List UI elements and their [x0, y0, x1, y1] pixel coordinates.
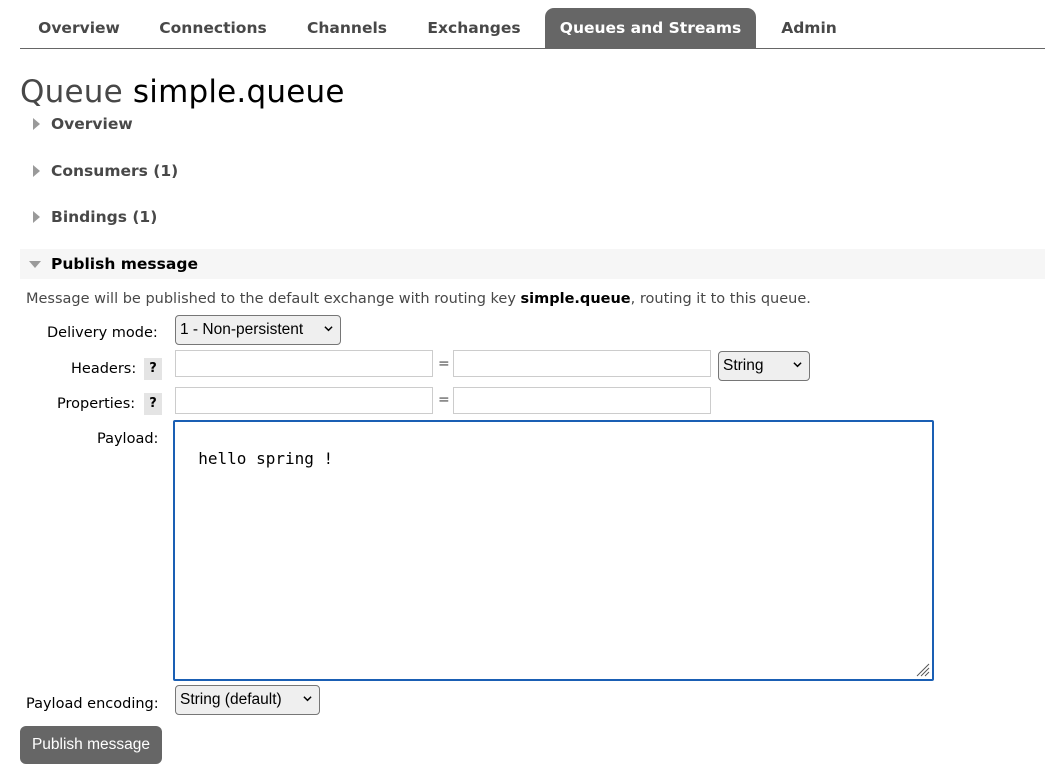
section-consumers[interactable]: Consumers (1) — [20, 156, 1045, 186]
header-equals-sign: = — [438, 356, 450, 372]
header-type-select[interactable]: String — [718, 351, 810, 381]
payload-text: hello spring ! — [198, 449, 334, 468]
properties-help-button[interactable]: ? — [144, 393, 162, 415]
section-bindings-label: Bindings (1) — [51, 208, 158, 226]
payload-label: Payload: — [97, 431, 159, 447]
header-type-value: String — [723, 357, 764, 374]
property-key-input[interactable] — [175, 387, 433, 414]
expand-triangle-icon — [33, 165, 40, 177]
payload-encoding-label: Payload encoding: — [26, 696, 159, 712]
header-key-input[interactable] — [175, 350, 433, 377]
delivery-mode-select[interactable]: 1 - Non-persistent — [175, 315, 341, 345]
resize-grip-icon[interactable] — [914, 661, 930, 677]
expand-triangle-icon — [33, 211, 40, 223]
header-value-input[interactable] — [453, 350, 711, 377]
chevron-down-icon — [303, 696, 312, 702]
publish-message-button[interactable]: Publish message — [20, 726, 162, 764]
property-value-input[interactable] — [453, 387, 711, 414]
expand-triangle-icon — [33, 118, 40, 130]
page-title-kind: Queue — [20, 74, 123, 110]
publish-routing-key: simple.queue — [520, 291, 631, 307]
headers-label: Headers: — [71, 361, 137, 377]
payload-encoding-value: String (default) — [180, 691, 282, 708]
headers-help-button[interactable]: ? — [144, 358, 162, 380]
property-equals-sign: = — [438, 392, 450, 408]
chevron-down-icon — [324, 326, 333, 332]
tab-admin[interactable]: Admin — [774, 8, 844, 48]
section-publish-message[interactable]: Publish message — [20, 249, 1045, 279]
tab-overview[interactable]: Overview — [20, 8, 138, 48]
tab-exchanges[interactable]: Exchanges — [421, 8, 527, 48]
payload-encoding-select[interactable]: String (default) — [175, 685, 320, 715]
publish-description: Message will be published to the default… — [26, 288, 811, 310]
section-overview[interactable]: Overview — [20, 109, 1045, 139]
properties-label: Properties: — [57, 396, 136, 412]
section-bindings[interactable]: Bindings (1) — [20, 202, 1045, 232]
payload-textarea[interactable]: hello spring ! — [173, 420, 934, 681]
publish-description-prefix: Message will be published to the default… — [26, 291, 521, 307]
tab-connections[interactable]: Connections — [153, 8, 273, 48]
page-title: Queue simple.queue — [20, 72, 345, 112]
section-overview-label: Overview — [51, 115, 133, 133]
section-publish-message-label: Publish message — [51, 255, 198, 273]
delivery-mode-label: Delivery mode: — [47, 325, 158, 341]
publish-description-suffix: , routing it to this queue. — [630, 291, 811, 307]
tab-channels[interactable]: Channels — [300, 8, 394, 48]
page-title-name: simple.queue — [132, 74, 345, 110]
main-nav-tabs: Overview Connections Channels Exchanges … — [20, 8, 1045, 49]
section-consumers-label: Consumers (1) — [51, 162, 179, 180]
collapse-triangle-icon — [29, 261, 41, 268]
delivery-mode-value: 1 - Non-persistent — [180, 321, 304, 338]
chevron-down-icon — [793, 362, 802, 368]
tab-queues-and-streams[interactable]: Queues and Streams — [545, 8, 756, 48]
